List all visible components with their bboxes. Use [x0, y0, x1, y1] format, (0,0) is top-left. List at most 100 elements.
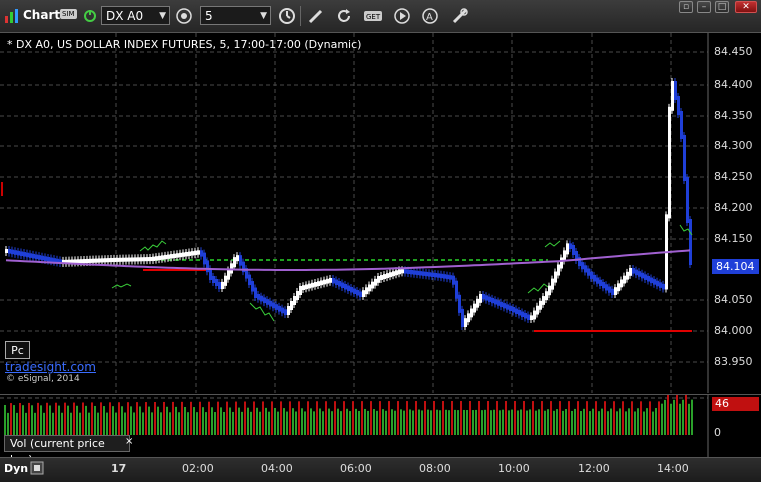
volume-bar [61, 412, 63, 435]
volume-bar [484, 409, 486, 435]
volume-bar [25, 412, 27, 435]
volume-bar [493, 409, 495, 435]
volume-bar [73, 402, 75, 435]
volume-bar [310, 408, 312, 435]
volume-bar [613, 401, 615, 435]
volume-bar [244, 401, 246, 435]
volume-bar [334, 401, 336, 435]
volume-bar [136, 402, 138, 435]
volume-bar [646, 408, 648, 435]
volume-bar [511, 409, 513, 435]
interval-dropdown-icon[interactable]: ▼ [260, 7, 267, 26]
time-label: 06:00 [340, 462, 372, 475]
price-label: 84.200 [714, 201, 753, 214]
volume-bar [577, 401, 579, 435]
volume-bar [469, 401, 471, 435]
dyn-label[interactable]: Dyn [4, 462, 28, 475]
maximize-window-icon[interactable]: □ [715, 1, 729, 13]
price-label: 84.050 [714, 293, 753, 306]
restore-window-icon[interactable]: ▫ [679, 1, 693, 13]
volume-bar [157, 406, 159, 435]
volume-bar [169, 412, 171, 435]
brand-link[interactable]: tradesight.com [5, 360, 96, 374]
volume-bar [118, 402, 120, 435]
volume-bar [409, 409, 411, 435]
volume-bar [13, 405, 15, 435]
clock-icon[interactable] [278, 7, 296, 25]
volume-bar [160, 412, 162, 435]
volume-zero-label: 0 [714, 426, 721, 439]
volume-bar [64, 402, 66, 435]
get-data-icon[interactable]: GET [363, 7, 383, 25]
sim-badge-icon[interactable]: SIM [60, 9, 77, 19]
annotation-mark [111, 283, 132, 289]
interval-input[interactable]: 5 ▼ [200, 6, 271, 25]
time-label: 02:00 [182, 462, 214, 475]
volume-bar [595, 401, 597, 435]
volume-bar [196, 412, 198, 435]
time-label: 12:00 [578, 462, 610, 475]
volume-bar [31, 405, 33, 435]
link-status-icon[interactable] [81, 7, 99, 25]
play-icon[interactable] [393, 7, 411, 25]
volume-bar [211, 407, 213, 435]
chart-title: * DX A0, US DOLLAR INDEX FUTURES, 5, 17:… [7, 38, 362, 51]
volume-bar [448, 410, 450, 435]
volume-bar [292, 408, 294, 435]
close-window-icon[interactable]: ✕ [735, 1, 757, 13]
alert-icon[interactable]: A [421, 7, 439, 25]
price-grid [0, 33, 708, 393]
volume-bar [556, 409, 558, 435]
volume-study-tab[interactable]: Vol (current price bar) [4, 435, 130, 466]
volume-bar [619, 408, 621, 435]
volume-bar [82, 402, 84, 435]
volume-bar [499, 410, 501, 435]
volume-bar [223, 411, 225, 435]
volume-bar [49, 405, 51, 435]
volume-bar [592, 408, 594, 435]
volume-bar [547, 409, 549, 435]
volume-bar [487, 401, 489, 435]
volume-bar [127, 402, 129, 435]
price-pane[interactable]: * DX A0, US DOLLAR INDEX FUTURES, 5, 17:… [0, 33, 761, 393]
close-study-icon[interactable]: × [125, 436, 133, 447]
minimize-window-icon[interactable]: – [697, 1, 711, 13]
draw-pencil-icon[interactable] [307, 7, 325, 25]
volume-bar [40, 405, 42, 435]
dyn-settings-icon[interactable] [30, 461, 44, 475]
volume-bar [643, 411, 645, 435]
volume-bar [508, 410, 510, 435]
volume-bar [37, 402, 39, 435]
volume-pane[interactable]: 46 0 Vol (current price bar) × [0, 394, 761, 466]
volume-bar [97, 412, 99, 435]
volume-bar [331, 411, 333, 435]
volume-bar [154, 401, 156, 435]
volume-bar [184, 406, 186, 435]
refresh-icon[interactable] [335, 7, 353, 25]
volume-bar [325, 401, 327, 435]
pc-button[interactable]: Pc [5, 341, 30, 359]
volume-bar [529, 409, 531, 435]
volume-value-badge: 46 [712, 397, 759, 411]
volume-bar [190, 401, 192, 435]
volume-bar [544, 410, 546, 435]
symbol-dropdown-icon[interactable]: ▼ [159, 7, 166, 26]
chart-logo-icon [5, 9, 18, 23]
volume-bar [517, 410, 519, 435]
copyright-text: © eSignal, 2014 [6, 374, 80, 384]
volume-bar [550, 401, 552, 435]
time-axis: Dyn 17 02:00 04:00 06:00 08:00 10:00 12:00 14:0… [0, 457, 761, 482]
price-label: 84.250 [714, 170, 753, 183]
volume-bar [601, 408, 603, 435]
symbol-input[interactable]: DX A0 ▼ [101, 6, 170, 25]
tools-icon[interactable] [451, 7, 469, 25]
volume-bar [400, 409, 402, 435]
volume-bar [463, 409, 465, 435]
price-plot[interactable] [0, 33, 761, 393]
interval-value: 5 [205, 9, 213, 23]
volume-bar [121, 406, 123, 435]
volume-bar [562, 410, 564, 435]
volume-bar [628, 408, 630, 435]
period-settings-icon[interactable] [175, 7, 193, 25]
time-label: 14:00 [657, 462, 689, 475]
